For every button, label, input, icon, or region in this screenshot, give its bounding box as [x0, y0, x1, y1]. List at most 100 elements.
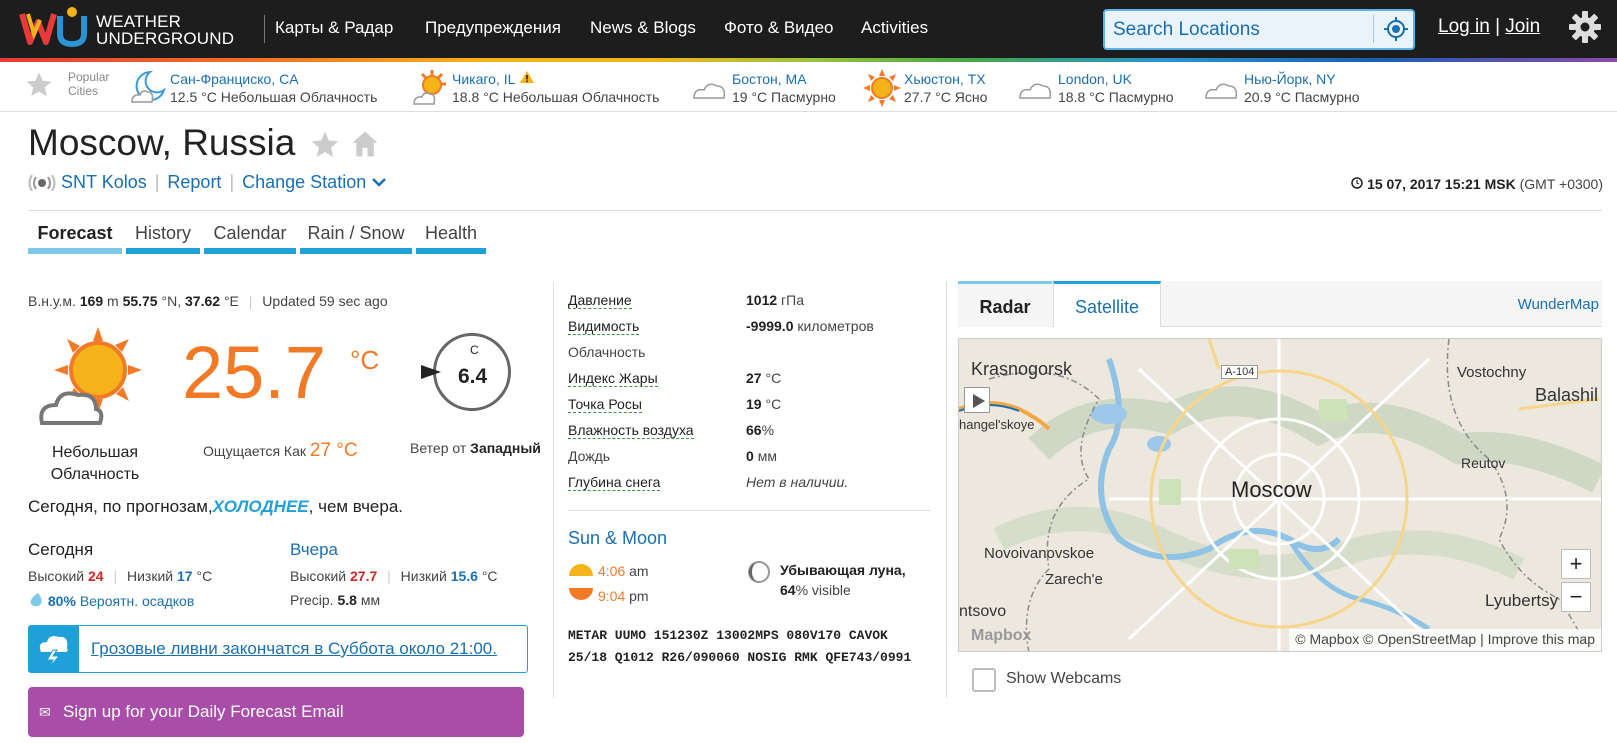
dew-point-value: 19 °C	[746, 396, 781, 412]
city-new-york[interactable]: Нью-Йорк, NY 20.9 °C Пасмурно	[1205, 70, 1360, 106]
moon-phase-icon	[748, 561, 770, 583]
logo-line2: UNDERGROUND	[96, 29, 235, 48]
forecast-summary: Сегодня, по прогнозам,ХОЛОДНЕЕ, чем вчер…	[28, 497, 403, 517]
wundermap-link[interactable]: WunderMap	[1518, 296, 1599, 313]
cloud-icon	[1019, 83, 1052, 99]
show-webcams-checkbox[interactable]	[972, 668, 996, 692]
tab-calendar[interactable]: Calendar	[204, 223, 296, 244]
change-station-label: Change Station	[242, 172, 367, 192]
nav-maps-radar[interactable]: Карты & Радар	[275, 18, 393, 38]
sun-moon-title: Sun & Moon	[568, 528, 668, 548]
tab-health[interactable]: Health	[416, 223, 486, 244]
longitude-unit: °E	[223, 293, 239, 309]
humidity-value: 66%	[746, 422, 774, 438]
map-attribution[interactable]: © Mapbox © OpenStreetMap | Improve this …	[1289, 629, 1601, 651]
latitude-value: 55.75	[122, 293, 158, 309]
search-input[interactable]	[1113, 17, 1363, 42]
favorite-star-icon[interactable]	[308, 129, 342, 161]
snow-depth-label[interactable]: Глубина снега	[568, 474, 661, 491]
top-nav-bar: WEATHER UNDERGROUND Карты & Радар Предуп…	[0, 0, 1617, 58]
yesterday-title[interactable]: Вчера	[290, 540, 338, 560]
heat-index-label[interactable]: Индекс Жары	[568, 370, 658, 387]
mapbox-logo: Mapbox	[971, 627, 1032, 644]
sunrise-value: 4:06	[598, 563, 626, 579]
value: 27	[746, 370, 762, 386]
tab-forecast-bar	[28, 248, 122, 254]
nav-activities[interactable]: Activities	[861, 18, 928, 38]
logo-line1: WEATHER	[96, 12, 182, 31]
humidity-label[interactable]: Влажность воздуха	[568, 422, 694, 439]
today-high-low: Высокий 24 | Низкий 17 °C	[28, 568, 212, 584]
sunset-icon	[569, 588, 593, 600]
nav-divider	[264, 15, 265, 43]
moon-phase-name: Убывающая луна,	[780, 562, 906, 578]
elevation-label: В.н.у.м.	[28, 293, 76, 309]
heat-index-label-text: Индекс Жары	[568, 370, 658, 387]
weather-alert[interactable]: Грозовые ливни закончатся в Суббота окол…	[28, 625, 528, 673]
zoom-in-button[interactable]: +	[1561, 549, 1591, 579]
moon-cloud-icon	[131, 70, 166, 103]
nav-news-blogs[interactable]: News & Blogs	[590, 18, 696, 38]
nav-photo-video[interactable]: Фото & Видео	[724, 18, 834, 38]
sunrise-time: 4:06 am	[598, 563, 649, 579]
report-link[interactable]: Report	[167, 172, 221, 192]
wind-direction-value: Западный	[470, 440, 541, 456]
city-name: London, UK	[1058, 71, 1132, 87]
tab-forecast[interactable]: Forecast	[28, 223, 122, 244]
city-london[interactable]: London, UK 18.8 °C Пасмурно	[1019, 70, 1174, 106]
city-name: Нью-Йорк, NY	[1244, 71, 1336, 87]
divider	[568, 510, 930, 511]
join-link[interactable]: Join	[1505, 16, 1540, 37]
value: 19	[746, 396, 762, 412]
tab-radar[interactable]: Radar	[958, 281, 1052, 327]
home-icon[interactable]	[350, 129, 380, 159]
city-chicago[interactable]: Чикаго, IL 18.8 °C Небольшая Облачность	[413, 70, 659, 106]
high-label: Высокий	[290, 568, 347, 584]
city-boston[interactable]: Бостон, MA 19 °C Пасмурно	[693, 70, 836, 106]
map-play-button[interactable]	[964, 387, 990, 413]
warning-icon[interactable]	[519, 70, 535, 84]
snow-depth-label-text: Глубина снега	[568, 474, 661, 491]
locate-icon[interactable]	[1382, 15, 1410, 43]
wu-logo[interactable]: WEATHER UNDERGROUND	[18, 6, 238, 54]
unit: %	[761, 422, 775, 438]
city-name: Хьюстон, TX	[904, 71, 986, 87]
value: 1012	[746, 292, 778, 308]
map-label-moscow: Moscow	[1231, 477, 1312, 502]
city-name: Сан-Франциско, CA	[170, 71, 299, 87]
elevation-value: 169	[79, 293, 104, 309]
storm-icon	[29, 626, 79, 672]
rain-value: 0 мм	[746, 448, 777, 464]
unit: километров	[797, 318, 874, 334]
feels-like: Ощущается Как 27 °C	[203, 440, 358, 462]
pressure-label[interactable]: Давление	[568, 292, 632, 309]
star-icon[interactable]	[24, 70, 54, 100]
sunrise-icon	[569, 564, 593, 576]
map-label-krasnogorsk: Krasnogorsk	[971, 359, 1073, 379]
today-title: Сегодня	[28, 540, 94, 559]
city-san-francisco[interactable]: Сан-Франциско, CA 12.5 °C Небольшая Обла…	[131, 70, 377, 106]
pressure-value: 1012 гПа	[746, 292, 804, 308]
dew-point-label[interactable]: Точка Росы	[568, 396, 642, 413]
tab-history[interactable]: History	[126, 223, 200, 244]
gear-icon[interactable]	[1568, 10, 1602, 44]
dew-point-label-text: Точка Росы	[568, 396, 642, 413]
search-box	[1103, 9, 1415, 50]
station-name-link[interactable]: SNT Kolos	[61, 172, 147, 192]
email-signup-button[interactable]: ✉ Sign up for your Daily Forecast Email	[28, 687, 524, 737]
zoom-out-button[interactable]: −	[1561, 582, 1591, 612]
login-link[interactable]: Log in	[1438, 16, 1490, 37]
tab-satellite[interactable]: Satellite	[1053, 281, 1161, 327]
sunrise-ampm: am	[629, 563, 649, 579]
nav-warnings[interactable]: Предупреждения	[425, 18, 561, 38]
map-view[interactable]: Krasnogorsk Vostochny Balashil A-104 han…	[958, 338, 1602, 652]
yesterday-high: 27.7	[350, 568, 378, 584]
change-station-link[interactable]: Change Station	[242, 172, 387, 192]
tab-rain-snow[interactable]: Rain / Snow	[300, 223, 412, 244]
feels-like-label: Ощущается Как	[203, 443, 306, 459]
divider: |	[229, 172, 235, 192]
latitude-unit: °N,	[161, 293, 182, 309]
city-houston[interactable]: Хьюстон, TX 27.7 °C Ясно	[863, 69, 987, 107]
city-name: Чикаго, IL	[452, 71, 515, 87]
visibility-label[interactable]: Видимость	[568, 318, 640, 335]
